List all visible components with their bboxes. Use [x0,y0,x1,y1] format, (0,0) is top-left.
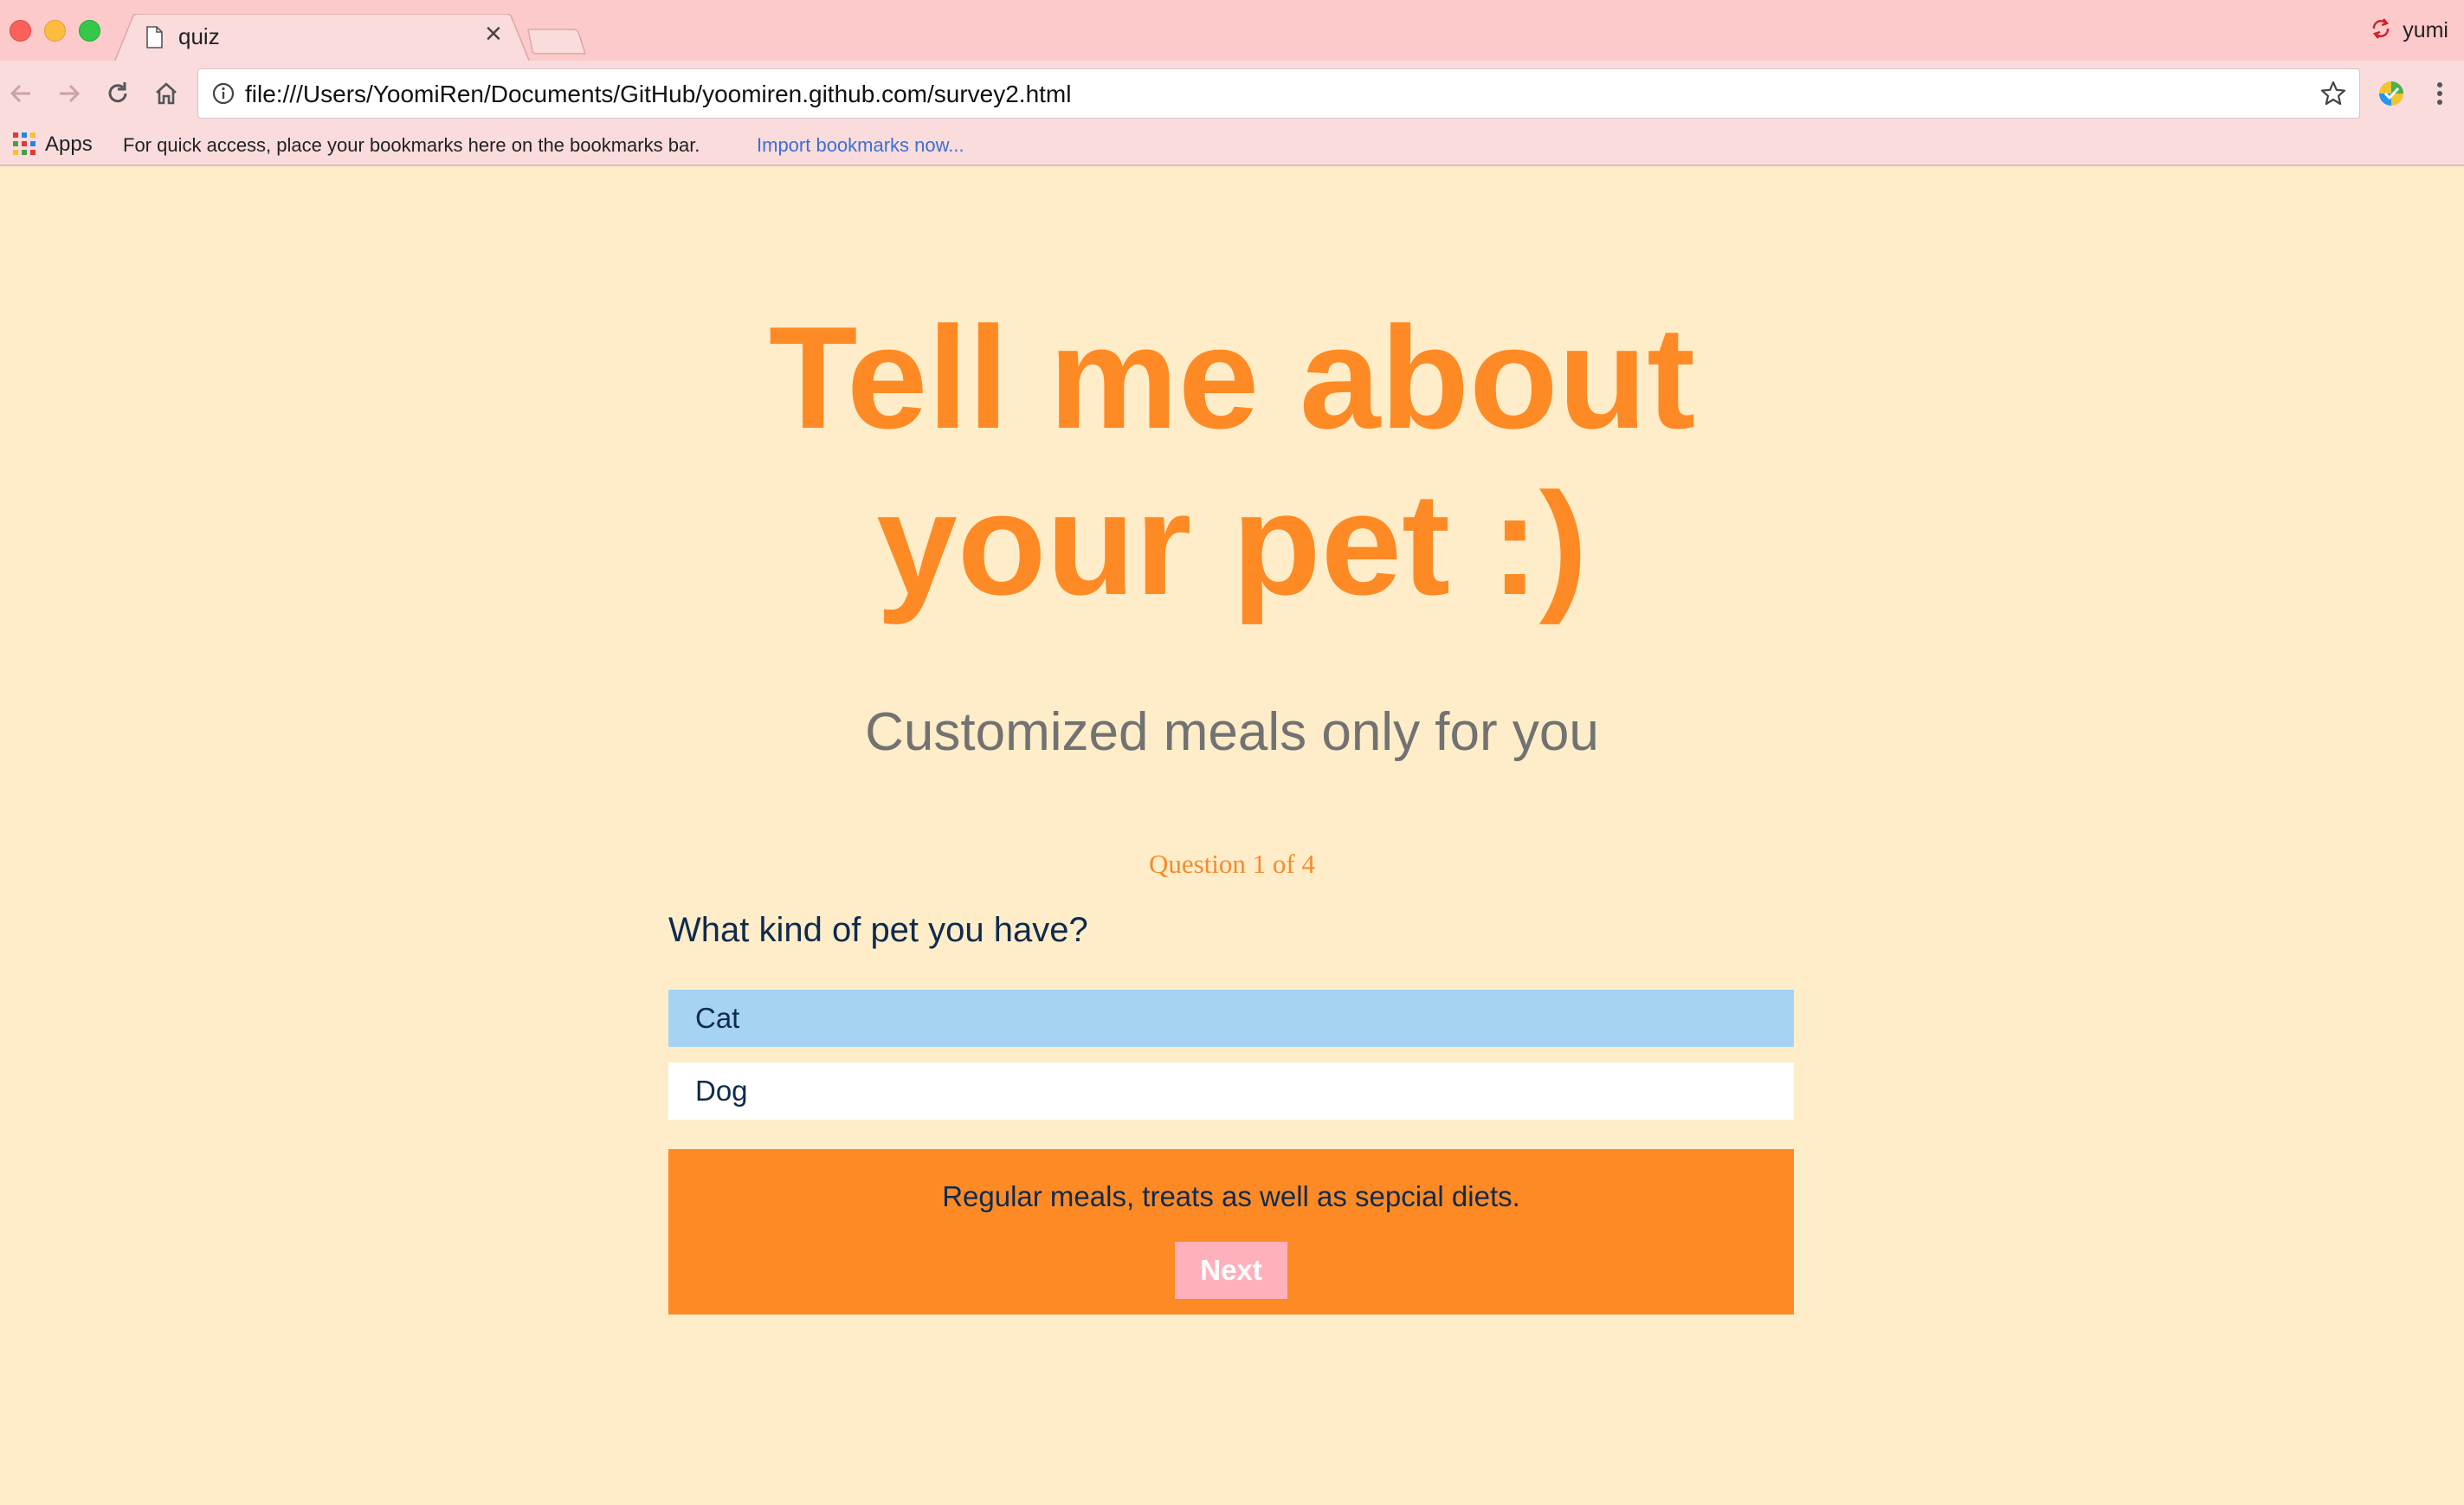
tab-shape [114,14,530,62]
forward-button[interactable] [52,76,87,111]
browser-toolbar: file:///Users/YoomiRen/Documents/GitHub/… [0,61,2464,128]
footer-text: Regular meals, treats as well as sepcial… [942,1180,1520,1212]
extension-button[interactable] [2374,76,2409,111]
tab-quiz[interactable]: quiz × [114,14,530,62]
headline-line-2: your pet :) [876,462,1588,625]
info-icon[interactable] [212,82,235,109]
answer-option-cat[interactable]: Cat [668,990,1794,1047]
home-button[interactable] [149,76,184,111]
forward-icon [60,84,81,103]
window-minimize-button[interactable] [44,20,66,42]
new-tab-button[interactable] [526,28,587,55]
bookmarks-bar: Apps For quick access, place your bookma… [0,128,2464,166]
reload-button[interactable] [100,76,135,111]
bookmark-star-icon[interactable] [2319,80,2347,112]
page-subheadline: Customized meals only for you [865,702,1599,762]
page-icon [145,26,163,53]
answer-option-dog[interactable]: Dog [668,1063,1794,1120]
quiz-footer: Regular meals, treats as well as sepcial… [668,1149,1794,1314]
window-close-button[interactable] [10,20,31,42]
profile-name: yumi [2403,18,2448,42]
reload-icon [108,82,127,103]
menu-button[interactable] [2422,76,2457,111]
menu-icon [2437,82,2442,105]
sync-icon [2370,17,2392,44]
url-text: file:///Users/YoomiRen/Documents/GitHub/… [245,81,1072,107]
answer-option-label: Cat [695,1002,740,1034]
tab-strip: quiz × yumi [0,0,2464,62]
answer-option-label: Dog [695,1075,748,1107]
extension-icon [2379,81,2403,106]
home-icon [156,82,177,105]
headline-line-1: Tell me about [768,296,1696,459]
apps-label[interactable]: Apps [45,132,93,157]
question-text: What kind of pet you have? [668,911,1088,949]
address-bar[interactable]: file:///Users/YoomiRen/Documents/GitHub/… [197,68,2360,119]
profile-button[interactable]: yumi [2370,17,2448,44]
import-bookmarks-link[interactable]: Import bookmarks now... [757,134,964,157]
apps-icon[interactable] [12,132,36,160]
tab-title: quiz [178,23,220,49]
back-icon [10,84,30,103]
question-progress: Question 1 of 4 [1148,849,1315,879]
next-button[interactable]: Next [1175,1242,1287,1299]
window-maximize-button[interactable] [79,20,100,42]
page-headline: Tell me about your pet :) [0,294,2464,627]
tab-close-icon[interactable]: × [485,19,502,48]
bookmarks-hint: For quick access, place your bookmarks h… [123,134,700,156]
back-button[interactable] [3,76,38,111]
